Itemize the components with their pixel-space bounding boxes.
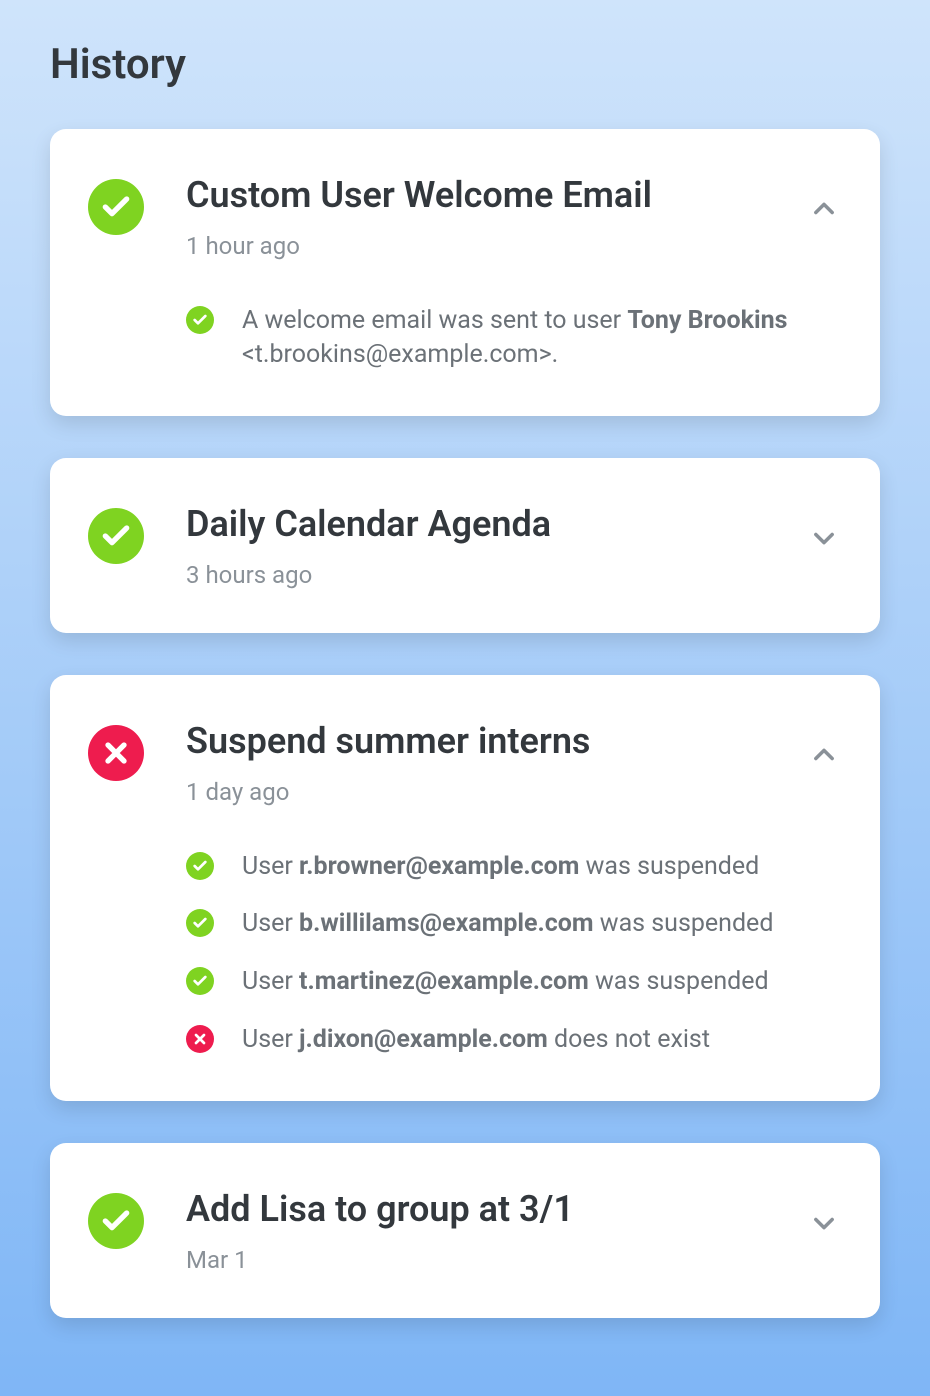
card-header[interactable]: Add Lisa to group at 3/1 Mar 1 <box>88 1187 842 1274</box>
card-header-text: Daily Calendar Agenda 3 hours ago <box>186 502 764 589</box>
check-icon <box>88 179 144 235</box>
history-list: Custom User Welcome Email 1 hour ago A wel… <box>50 129 880 1318</box>
chevron-down-icon[interactable] <box>806 1205 842 1241</box>
card-title: Add Lisa to group at 3/1 <box>186 1187 764 1232</box>
card-header[interactable]: Daily Calendar Agenda 3 hours ago <box>88 502 842 589</box>
detail-text: A welcome email was sent to user Tony Br… <box>242 304 842 372</box>
detail-row: A welcome email was sent to user Tony Br… <box>186 304 842 372</box>
card-title: Custom User Welcome Email <box>186 173 764 218</box>
card-details: User r.browner@example.com was suspended… <box>186 850 842 1057</box>
detail-row: User r.browner@example.com was suspended <box>186 850 842 884</box>
card-header-text: Suspend summer interns 1 day ago <box>186 719 764 806</box>
detail-text: User t.martinez@example.com was suspende… <box>242 965 769 999</box>
card-header[interactable]: Suspend summer interns 1 day ago <box>88 719 842 806</box>
check-icon <box>186 852 214 880</box>
detail-text: User b.willilams@example.com was suspend… <box>242 907 773 941</box>
history-card: Daily Calendar Agenda 3 hours ago <box>50 458 880 633</box>
cross-icon <box>88 725 144 781</box>
card-timestamp: 1 hour ago <box>186 232 764 260</box>
card-timestamp: 1 day ago <box>186 778 764 806</box>
detail-row: User j.dixon@example.com does not exist <box>186 1023 842 1057</box>
card-details: A welcome email was sent to user Tony Br… <box>186 304 842 372</box>
detail-row: User t.martinez@example.com was suspende… <box>186 965 842 999</box>
cross-icon <box>186 1025 214 1053</box>
chevron-down-icon[interactable] <box>806 520 842 556</box>
card-title: Suspend summer interns <box>186 719 764 764</box>
card-timestamp: Mar 1 <box>186 1246 764 1274</box>
card-header-text: Add Lisa to group at 3/1 Mar 1 <box>186 1187 764 1274</box>
history-card: Suspend summer interns 1 day ago User r.br… <box>50 675 880 1101</box>
history-card: Add Lisa to group at 3/1 Mar 1 <box>50 1143 880 1318</box>
check-icon <box>88 508 144 564</box>
detail-text: User j.dixon@example.com does not exist <box>242 1023 710 1057</box>
chevron-up-icon[interactable] <box>806 737 842 773</box>
card-header[interactable]: Custom User Welcome Email 1 hour ago <box>88 173 842 260</box>
check-icon <box>88 1193 144 1249</box>
chevron-up-icon[interactable] <box>806 191 842 227</box>
card-header-text: Custom User Welcome Email 1 hour ago <box>186 173 764 260</box>
check-icon <box>186 306 214 334</box>
detail-row: User b.willilams@example.com was suspend… <box>186 907 842 941</box>
card-title: Daily Calendar Agenda <box>186 502 764 547</box>
check-icon <box>186 967 214 995</box>
detail-text: User r.browner@example.com was suspended <box>242 850 759 884</box>
page-title: History <box>50 40 880 89</box>
history-card: Custom User Welcome Email 1 hour ago A wel… <box>50 129 880 416</box>
card-timestamp: 3 hours ago <box>186 561 764 589</box>
check-icon <box>186 909 214 937</box>
